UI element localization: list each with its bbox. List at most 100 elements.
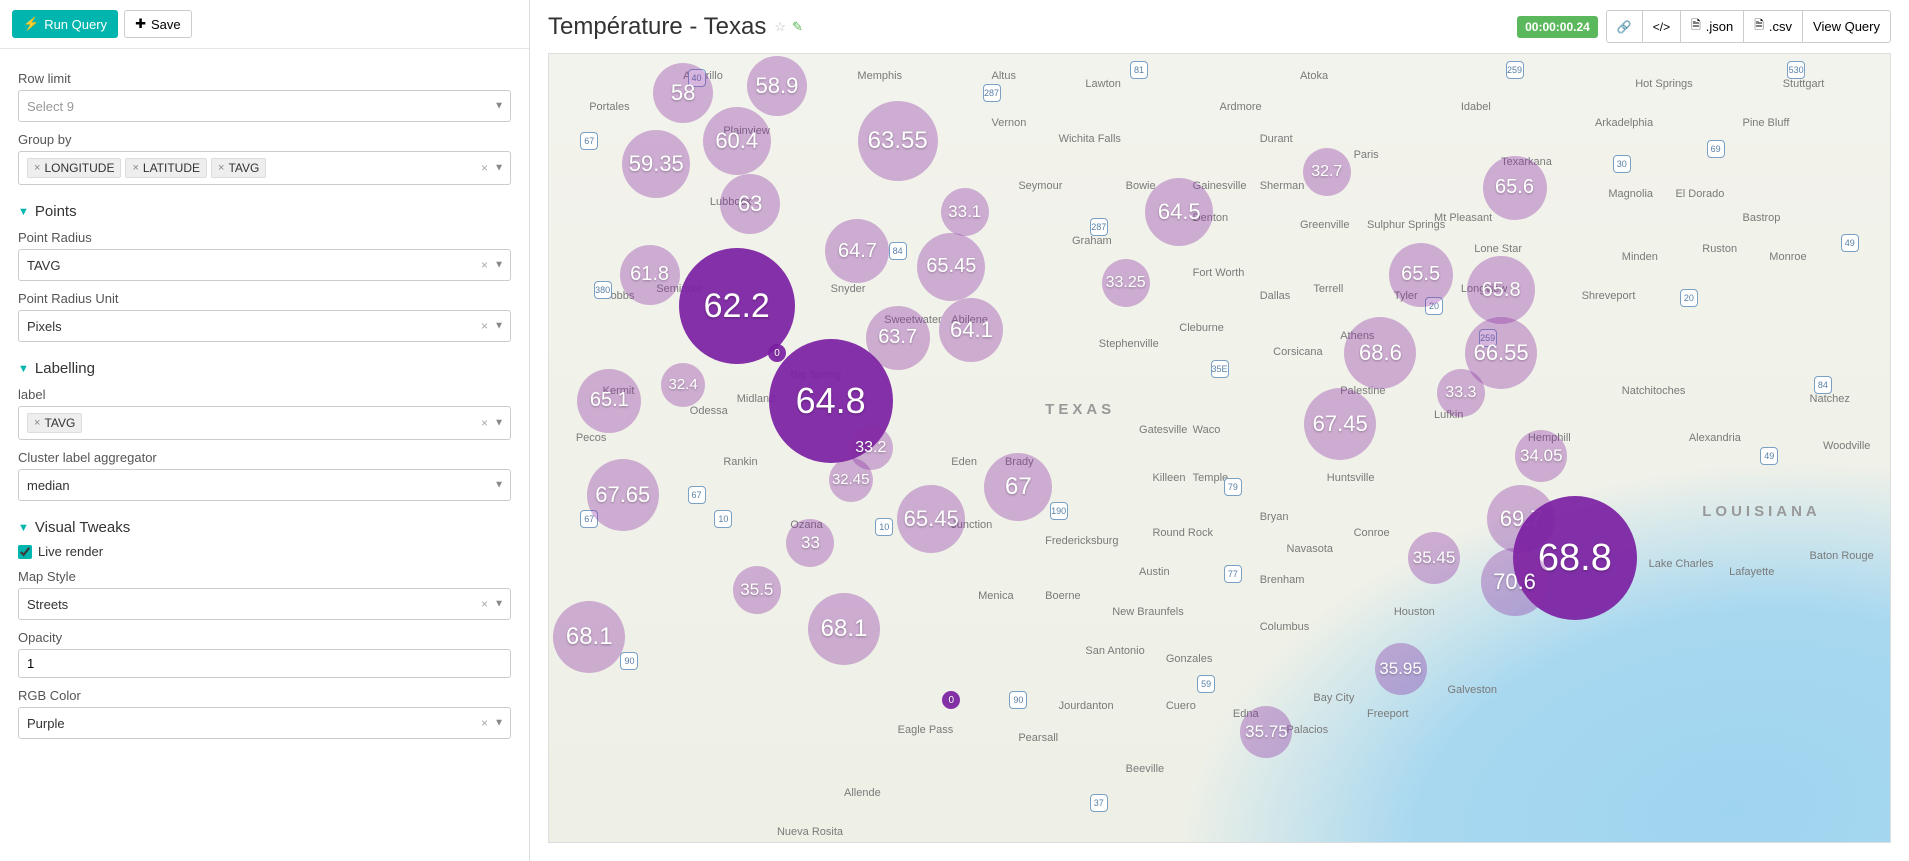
cluster-label: 64.8 <box>796 380 866 422</box>
run-query-button[interactable]: ⚡ Run Query <box>12 10 118 38</box>
clear-icon[interactable]: × <box>481 416 488 430</box>
close-icon[interactable]: × <box>34 417 40 429</box>
cluster-bubble[interactable]: 65.5 <box>1389 243 1453 307</box>
cluster-label: 63.7 <box>878 326 917 349</box>
tag-longitude[interactable]: ×LONGITUDE <box>27 158 121 178</box>
clear-icon[interactable]: × <box>481 258 488 272</box>
cluster-bubble[interactable]: 64.5 <box>1145 178 1213 246</box>
star-icon[interactable]: ☆ <box>774 19 786 35</box>
state-label: LOUISIANA <box>1702 503 1821 520</box>
cluster-bubble[interactable]: 32.4 <box>661 363 705 407</box>
main: Température - Texas ☆ ✎ 00:00:00.24 🔗 </… <box>530 0 1909 861</box>
clear-icon[interactable]: × <box>481 597 488 611</box>
cluster-bubble[interactable]: 63 <box>720 174 780 234</box>
city-label: Pecos <box>576 432 607 444</box>
file-icon: 🗎 <box>1754 16 1764 37</box>
opacity-input[interactable] <box>18 649 511 678</box>
highway-shield-icon: 90 <box>620 652 638 670</box>
cluster-bubble[interactable]: 58 <box>653 63 713 123</box>
cluster-bubble[interactable]: 68.6 <box>1344 317 1416 389</box>
cluster-bubble[interactable]: 67.65 <box>587 459 659 531</box>
cluster-bubble[interactable]: 64.7 <box>825 219 889 283</box>
view-query-button[interactable]: View Query <box>1802 10 1891 43</box>
cluster-bubble[interactable]: 60.4 <box>703 107 771 175</box>
city-label: Galveston <box>1447 684 1497 696</box>
cluster-bubble[interactable]: 0 <box>768 344 786 362</box>
cluster-bubble[interactable]: 68.1 <box>808 593 880 665</box>
city-label: Greenville <box>1300 219 1350 231</box>
close-icon[interactable]: × <box>218 162 224 174</box>
rgb-color-select[interactable]: Purple × ▼ <box>18 707 511 739</box>
label-select[interactable]: ×TAVG × ▼ <box>18 406 511 440</box>
clear-icon[interactable]: × <box>481 716 488 730</box>
cluster-label: 64.5 <box>1158 199 1201 225</box>
cluster-bubble[interactable]: 35.45 <box>1408 532 1460 584</box>
group-by-select[interactable]: ×LONGITUDE ×LATITUDE ×TAVG × ▼ <box>18 151 511 185</box>
cluster-bubble[interactable]: 33.25 <box>1102 259 1150 307</box>
cluster-bubble[interactable]: 67.45 <box>1304 388 1376 460</box>
section-visual-tweaks[interactable]: ▼ Visual Tweaks <box>18 519 511 536</box>
cluster-bubble[interactable]: 0 <box>942 691 960 709</box>
city-label: San Antonio <box>1085 645 1144 657</box>
tag-latitude[interactable]: ×LATITUDE <box>125 158 207 178</box>
csv-button[interactable]: 🗎 .csv <box>1743 10 1803 43</box>
cluster-bubble[interactable]: 65.45 <box>917 233 985 301</box>
cluster-bubble[interactable]: 35.75 <box>1240 706 1292 758</box>
section-labelling[interactable]: ▼ Labelling <box>18 360 511 377</box>
cluster-label: 58 <box>671 80 695 106</box>
tag-tavg[interactable]: ×TAVG <box>211 158 266 178</box>
city-label: Atoka <box>1300 70 1328 82</box>
cluster-bubble[interactable]: 59.35 <box>622 130 690 198</box>
clear-icon[interactable]: × <box>481 319 488 333</box>
map-style-select[interactable]: Streets × ▼ <box>18 588 511 620</box>
cluster-agg-select[interactable]: median ▼ <box>18 469 511 501</box>
city-label: Portales <box>589 101 629 113</box>
point-radius-unit-select[interactable]: Pixels × ▼ <box>18 310 511 342</box>
cluster-bubble[interactable]: 63.55 <box>858 101 938 181</box>
city-label: Magnolia <box>1608 188 1653 200</box>
cluster-bubble[interactable]: 65.8 <box>1467 256 1535 324</box>
highway-shield-icon: 530 <box>1787 61 1805 79</box>
section-labelling-label: Labelling <box>35 360 95 377</box>
link-button[interactable]: 🔗 <box>1606 10 1643 43</box>
section-points-label: Points <box>35 203 77 220</box>
cluster-bubble[interactable]: 32.45 <box>829 458 873 502</box>
row-limit-select[interactable]: Select 9 ▼ <box>18 90 511 122</box>
cluster-bubble[interactable]: 33 <box>786 519 834 567</box>
cluster-bubble[interactable]: 32.7 <box>1303 148 1351 196</box>
edit-icon[interactable]: ✎ <box>792 19 803 35</box>
clear-icon[interactable]: × <box>481 161 488 175</box>
close-icon[interactable]: × <box>132 162 138 174</box>
cluster-bubble[interactable]: 68.1 <box>553 601 625 673</box>
group-by-label: Group by <box>18 132 511 147</box>
cluster-bubble[interactable]: 70.6 <box>1481 548 1549 616</box>
cluster-bubble[interactable]: 61.8 <box>620 245 680 305</box>
cluster-bubble[interactable]: 58.9 <box>747 56 807 116</box>
city-label: Alexandria <box>1689 432 1741 444</box>
point-radius-select[interactable]: TAVG × ▼ <box>18 249 511 281</box>
cluster-bubble[interactable]: 64.1 <box>939 298 1003 362</box>
cluster-bubble[interactable]: 65.45 <box>897 485 965 553</box>
cluster-bubble[interactable]: 65.1 <box>577 369 641 433</box>
section-visual-tweaks-label: Visual Tweaks <box>35 519 130 536</box>
city-label: Minden <box>1622 251 1658 263</box>
close-icon[interactable]: × <box>34 162 40 174</box>
embed-button[interactable]: </> <box>1642 10 1681 43</box>
cluster-bubble[interactable]: 67 <box>984 453 1052 521</box>
cluster-bubble[interactable]: 35.95 <box>1375 643 1427 695</box>
cluster-label: 66.55 <box>1474 340 1529 366</box>
cluster-bubble[interactable]: 65.6 <box>1483 156 1547 220</box>
city-label: Cuero <box>1166 700 1196 712</box>
section-points[interactable]: ▼ Points <box>18 203 511 220</box>
cluster-bubble[interactable]: 33.1 <box>941 188 989 236</box>
highway-shield-icon: 30 <box>1613 155 1631 173</box>
cluster-bubble[interactable]: 33.3 <box>1437 369 1485 417</box>
live-render-checkbox[interactable] <box>18 545 32 559</box>
map[interactable]: TEXASLOUISIANAAmarilloMemphisAltusLawton… <box>548 53 1891 843</box>
cluster-bubble[interactable]: 34.05 <box>1515 430 1567 482</box>
cluster-bubble[interactable]: 35.5 <box>733 566 781 614</box>
tag-label-tavg[interactable]: ×TAVG <box>27 413 82 433</box>
json-button[interactable]: 🗎 .json <box>1680 10 1744 43</box>
highway-shield-icon: 287 <box>1090 218 1108 236</box>
save-button[interactable]: ✚ Save <box>124 10 192 38</box>
